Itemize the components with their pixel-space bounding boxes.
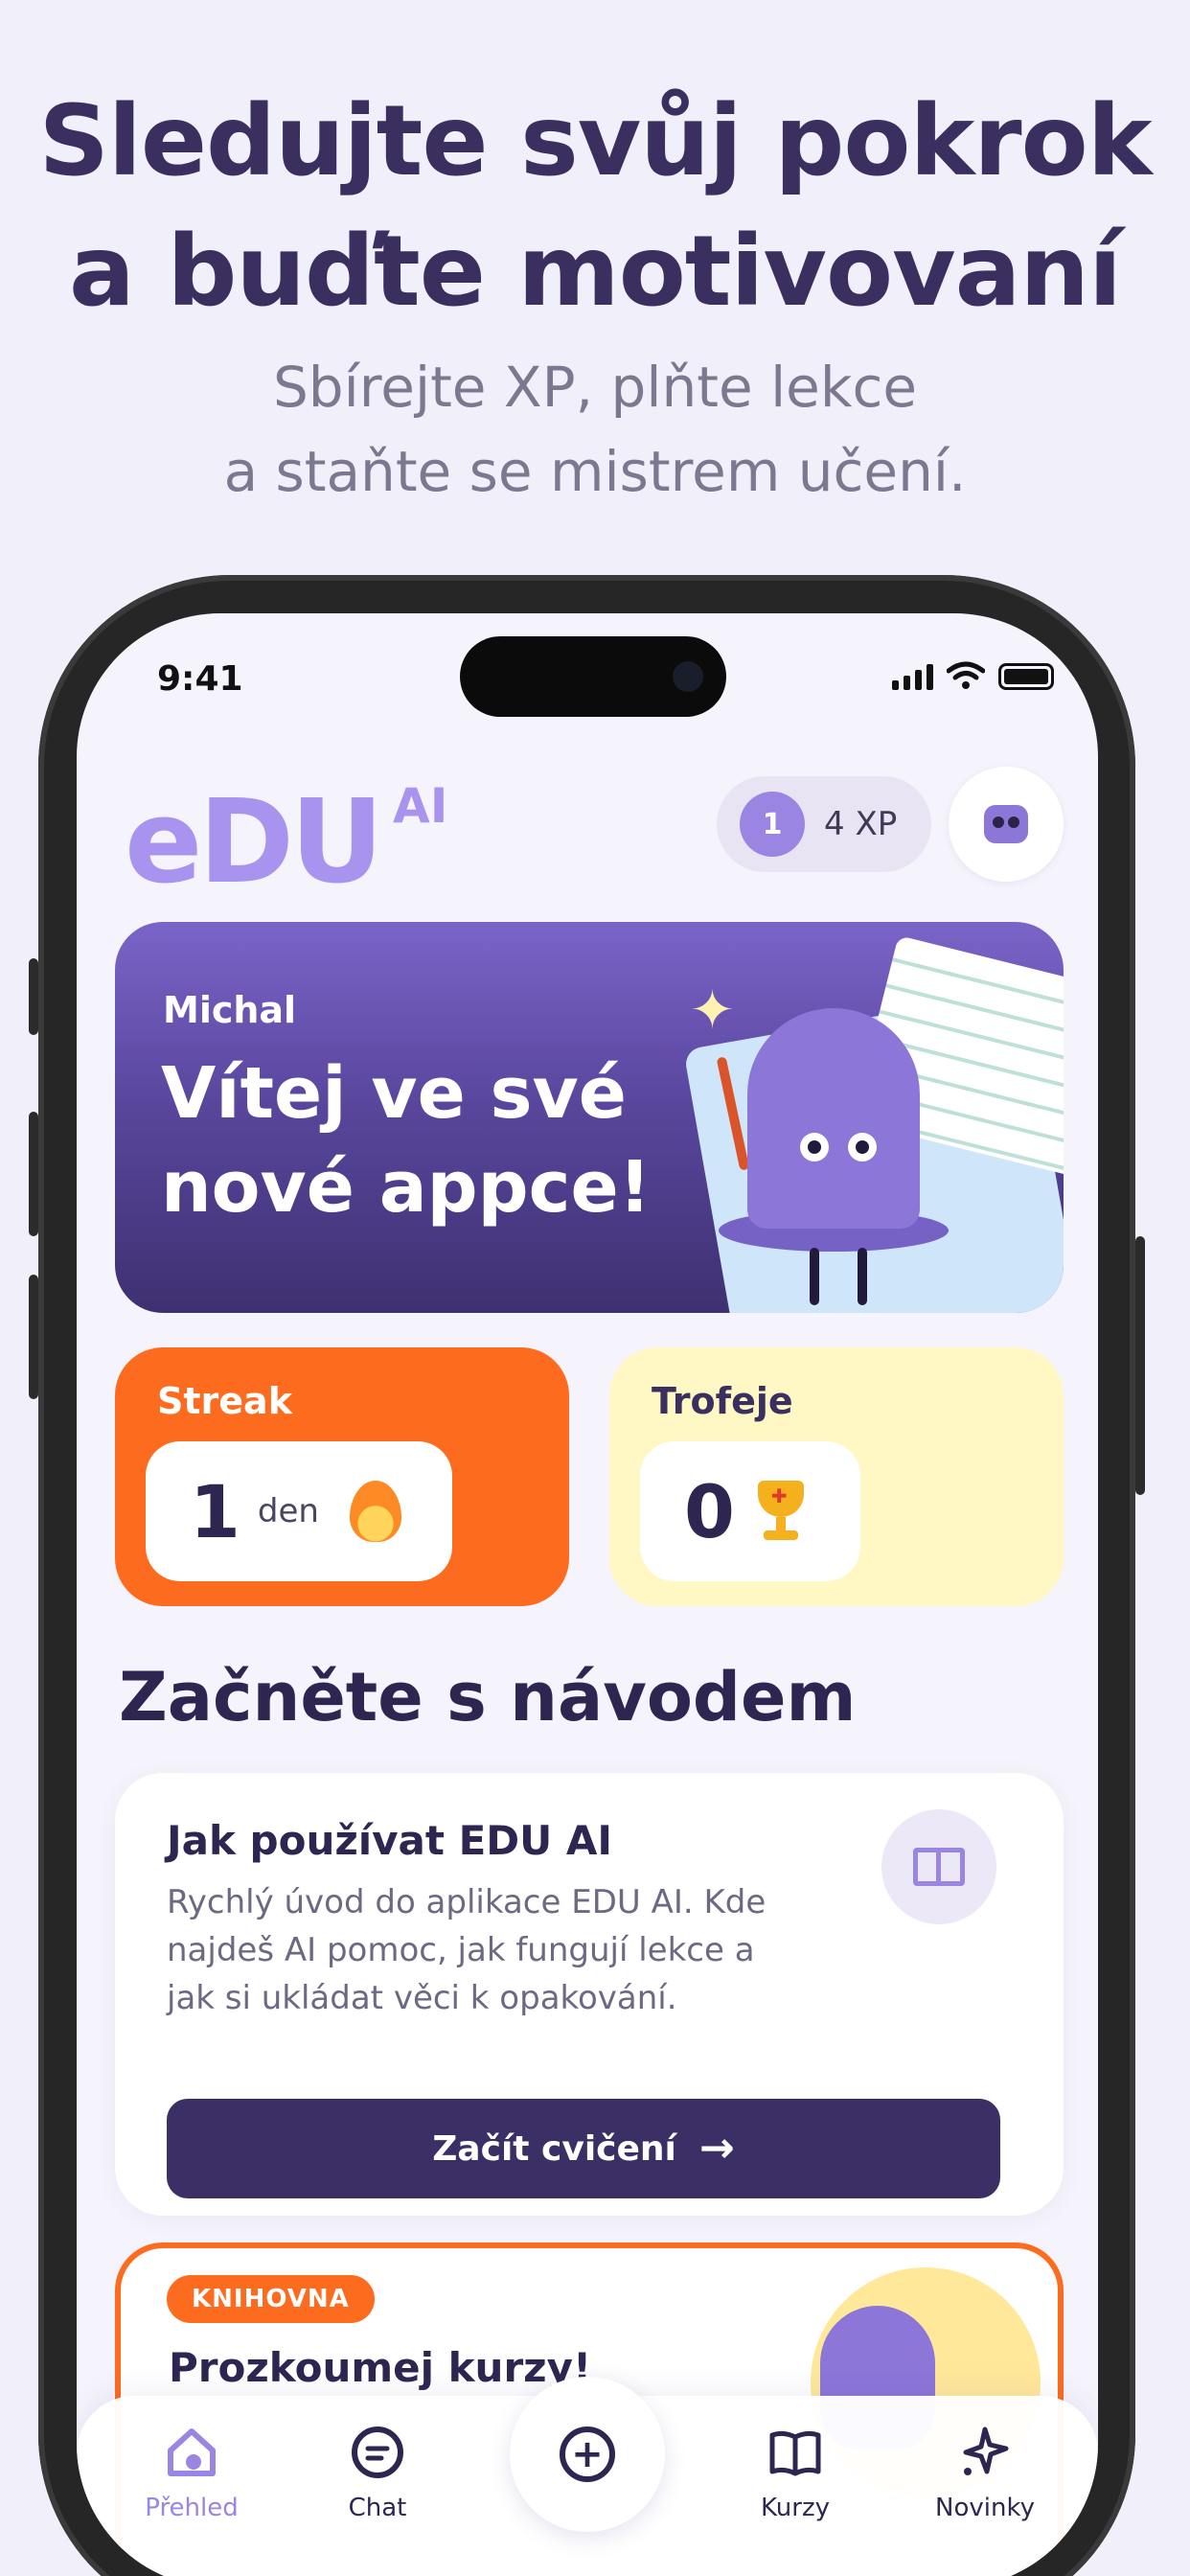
book-icon xyxy=(764,2421,827,2484)
mascot-eye-right xyxy=(848,1133,877,1162)
nav-label-chat: Chat xyxy=(348,2494,407,2522)
nav-item-chat[interactable]: Chat xyxy=(301,2421,454,2522)
sparkle-icon: ✦ xyxy=(690,979,735,1042)
nav-item-novinky[interactable]: Novinky xyxy=(908,2421,1062,2522)
mascot-leg xyxy=(810,1248,819,1305)
camera xyxy=(673,661,703,692)
streak-unit: den xyxy=(257,1492,319,1530)
phone-side-button xyxy=(29,958,38,1035)
welcome-title: Vítej ve své nové appce! xyxy=(161,1052,652,1229)
library-title: Prozkoumej kurzy! xyxy=(169,2344,592,2391)
app-logo-suffix: AI xyxy=(393,778,448,834)
plus-icon: + xyxy=(560,2426,615,2482)
xp-label: 4 XP xyxy=(824,805,898,843)
streak-value-box: 1 den xyxy=(146,1441,452,1581)
phone-volume-down xyxy=(29,1275,38,1399)
wizard-mascot xyxy=(747,1008,920,1229)
battery-icon xyxy=(998,663,1054,690)
marketing-headline: Sledujte svůj pokrok a buďte motivovaní xyxy=(0,77,1190,337)
xp-pill[interactable]: 1 4 XP xyxy=(717,776,931,872)
guide-title: Jak používat EDU AI xyxy=(167,1817,613,1864)
flame-icon xyxy=(349,1481,401,1542)
welcome-banner: ✦ Michal Vítej ve své nové appce! xyxy=(115,922,1064,1313)
phone-power-button xyxy=(1135,1236,1145,1495)
library-badge: KNIHOVNA xyxy=(167,2275,375,2323)
headline-line-1: Sledujte svůj pokrok xyxy=(38,84,1152,198)
nav-item-prehled[interactable]: Přehled xyxy=(115,2421,268,2522)
guide-book-icon xyxy=(881,1809,996,1924)
add-button[interactable]: + xyxy=(510,2377,665,2532)
trophy-icon xyxy=(752,1481,810,1542)
arrow-right-icon: → xyxy=(698,2124,735,2173)
mascot-leg xyxy=(858,1248,867,1305)
nav-label-prehled: Přehled xyxy=(145,2494,239,2522)
section-title: Začněte s návodem xyxy=(119,1658,857,1736)
streak-label: Streak xyxy=(157,1380,292,1422)
marketing-subline: Sbírejte XP, plňte lekce a staňte se mis… xyxy=(0,345,1190,514)
level-badge: 1 xyxy=(740,792,805,857)
avatar-button[interactable] xyxy=(949,767,1064,882)
nav-label-kurzy: Kurzy xyxy=(761,2494,830,2522)
chat-icon xyxy=(346,2421,409,2484)
bottom-nav: Přehled Chat + Kurzy Novinky xyxy=(77,2377,1098,2576)
phone-volume-up xyxy=(29,1112,38,1236)
subline-line-1: Sbírejte XP, plňte lekce xyxy=(272,355,918,420)
streak-value: 1 xyxy=(190,1468,240,1554)
guide-description: Rychlý úvod do aplikace EDU AI. Kde najd… xyxy=(167,1883,767,2017)
start-exercise-label: Začít cvičení xyxy=(432,2128,676,2169)
mascot-eye-left xyxy=(800,1133,829,1162)
avatar-icon xyxy=(984,805,1028,843)
dynamic-island xyxy=(460,636,726,717)
status-time: 9:41 xyxy=(157,659,243,699)
status-icons xyxy=(892,661,1054,690)
wifi-icon xyxy=(947,661,985,689)
subline-line-2: a staňte se mistrem učení. xyxy=(223,439,967,504)
trophies-label: Trofeje xyxy=(652,1380,793,1422)
nav-label-novinky: Novinky xyxy=(935,2494,1035,2522)
guide-card: Jak používat EDU AI Rychlý úvod do aplik… xyxy=(115,1773,1064,2216)
welcome-user-name: Michal xyxy=(163,989,297,1031)
start-exercise-button[interactable]: Začít cvičení → xyxy=(167,2099,1000,2198)
signal-icon xyxy=(892,663,933,690)
trophies-value-box: 0 xyxy=(640,1441,860,1581)
trophies-value: 0 xyxy=(684,1468,735,1554)
streak-card[interactable]: Streak 1 den xyxy=(115,1347,569,1606)
sparkles-icon xyxy=(953,2421,1017,2484)
app-logo: eDU xyxy=(125,776,383,909)
trophies-card[interactable]: Trofeje 0 xyxy=(609,1347,1064,1606)
nav-item-kurzy[interactable]: Kurzy xyxy=(719,2421,872,2522)
home-icon xyxy=(160,2421,223,2484)
app-screen: 9:41 eDU AI 1 4 XP ✦ Michal Vítej ve své… xyxy=(77,613,1098,2576)
headline-line-2: a buďte motivovaní xyxy=(69,215,1122,329)
